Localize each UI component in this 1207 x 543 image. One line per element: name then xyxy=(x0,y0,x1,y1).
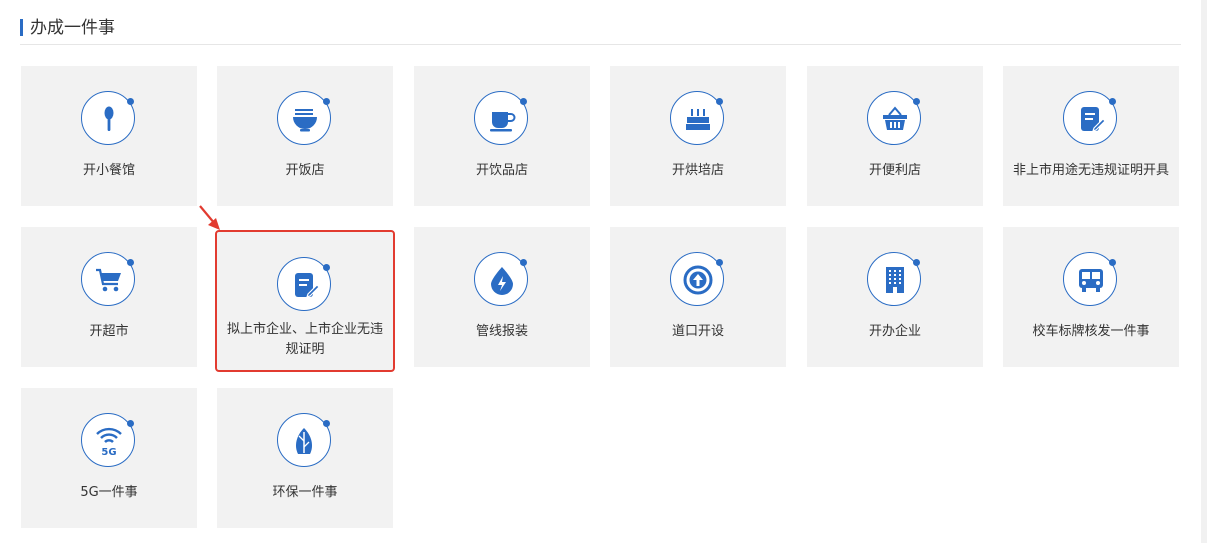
service-card-restaurant[interactable]: 开饭店 xyxy=(217,66,393,206)
service-card-label: 拟上市企业、上市企业无违规证明 xyxy=(226,322,383,357)
service-card-label: 开饭店 xyxy=(285,163,325,178)
service-card-label: 管线报装 xyxy=(475,324,528,339)
notification-dot xyxy=(913,98,920,105)
notification-dot xyxy=(520,98,527,105)
service-card-label: 开便利店 xyxy=(868,163,921,178)
service-card-5g[interactable]: 5G 5G一件事 xyxy=(21,388,197,528)
service-card-label: 道口开设 xyxy=(671,324,724,339)
service-card-label: 开办企业 xyxy=(868,324,921,339)
notification-dot xyxy=(323,98,330,105)
service-card-label: 5G一件事 xyxy=(80,485,138,500)
service-card-label: 开小餐馆 xyxy=(82,163,135,178)
service-card-label: 环保一件事 xyxy=(272,485,338,500)
service-card-school-bus-sign[interactable]: 校车标牌核发一件事 xyxy=(1003,227,1179,367)
service-card-start-business[interactable]: 开办企业 xyxy=(807,227,983,367)
notification-dot xyxy=(913,259,920,266)
service-card-supermarket[interactable]: 开超市 xyxy=(21,227,197,367)
notification-dot xyxy=(323,264,330,271)
service-card-label: 校车标牌核发一件事 xyxy=(1032,324,1150,339)
notification-dot xyxy=(127,259,134,266)
service-card-crossing-opening[interactable]: 道口开设 xyxy=(610,227,786,367)
service-card-convenience-store[interactable]: 开便利店 xyxy=(807,66,983,206)
service-card-label: 开超市 xyxy=(89,324,129,339)
notification-dot xyxy=(716,98,723,105)
notification-dot xyxy=(127,420,134,427)
service-card-label: 非上市用途无违规证明开具 xyxy=(1012,163,1169,178)
service-card-environment[interactable]: 环保一件事 xyxy=(217,388,393,528)
service-card-bakery[interactable]: 开烘培店 xyxy=(610,66,786,206)
service-card-label: 开饮品店 xyxy=(475,163,528,178)
service-card-pipeline-application[interactable]: 管线报装 xyxy=(414,227,590,367)
red-pointer-arrow-icon xyxy=(199,205,220,230)
service-card-listed-company-certificate[interactable]: 拟上市企业、上市企业无违规证明 xyxy=(215,230,395,372)
notification-dot xyxy=(1109,259,1116,266)
notification-dot xyxy=(323,420,330,427)
svg-text:5G: 5G xyxy=(101,447,116,456)
notification-dot xyxy=(716,259,723,266)
service-card-non-listed-certificate[interactable]: 非上市用途无违规证明开具 xyxy=(1003,66,1179,206)
notification-dot xyxy=(127,98,134,105)
notification-dot xyxy=(520,259,527,266)
service-card-beverage-shop[interactable]: 开饮品店 xyxy=(414,66,590,206)
notification-dot xyxy=(1109,98,1116,105)
service-card-small-restaurant[interactable]: 开小餐馆 xyxy=(21,66,197,206)
service-grid: 开小餐馆 开饭店 开饮品店 开烘培店 开便利店 非上市用途无违规证明开具 开超市… xyxy=(0,0,1207,543)
service-card-label: 开烘培店 xyxy=(671,163,724,178)
